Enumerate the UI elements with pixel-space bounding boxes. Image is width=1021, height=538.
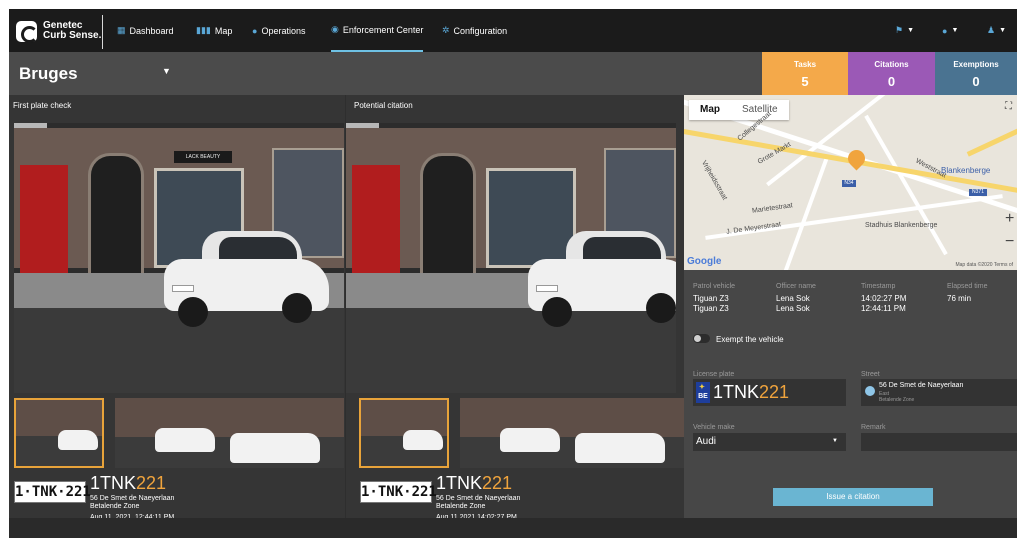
chevron-down-icon: ▼ <box>999 27 1007 34</box>
map-attribution[interactable]: Map data ©2020 Terms of <box>955 262 1013 268</box>
genetec-logo-icon <box>16 20 38 43</box>
exempt-toggle[interactable] <box>693 334 710 343</box>
road-tag: N371 <box>969 189 987 196</box>
chevron-down-icon: ▼ <box>907 27 915 34</box>
user-icon: ♟ <box>987 25 996 35</box>
fullscreen-icon[interactable]: ⛶ <box>1005 101 1017 115</box>
dashboard-icon: ▦ <box>117 25 126 35</box>
thumbnail-1[interactable] <box>14 398 104 468</box>
zoom-in-button[interactable]: + <box>1005 210 1017 228</box>
enforcement-icon: ◉ <box>331 24 339 34</box>
license-plate-field[interactable]: BE 1TNK221 <box>693 379 846 406</box>
citation-details-panel: Patrol vehicle Officer name Timestamp El… <box>684 270 1017 518</box>
potential-citation-panel: Potential citation 1·TNK·221 1TNK221 56 … <box>346 95 684 521</box>
city-title: Bruges <box>19 64 78 83</box>
brand-line2: Curb Sense. <box>43 30 102 41</box>
bottom-strip <box>9 518 1017 538</box>
road-tag: N34 <box>842 180 856 187</box>
patrol-vehicle: Tiguan Z3 Tiguan Z3 <box>693 294 729 313</box>
first-plate-check-panel: First plate check LACK BEAUTY 1·TNK·221 … <box>9 95 345 521</box>
map-type-tabs: Map Satellite <box>689 100 789 120</box>
plate-read: 1·TNK·221 1TNK221 56 De Smet de Naeyerla… <box>360 473 690 521</box>
thumbnail-2[interactable] <box>115 398 344 468</box>
app-window: Genetec Curb Sense. ▦ Dashboard ▮▮▮ Map … <box>9 9 1017 538</box>
gear-icon: ✲ <box>442 25 450 35</box>
stat-citations[interactable]: Citations 0 <box>848 52 935 95</box>
officer-name: Lena Sok Lena Sok <box>776 294 810 313</box>
remark-input[interactable] <box>861 433 1017 451</box>
photo-timestamp <box>14 123 47 128</box>
operations-icon: ● <box>252 25 258 36</box>
tab-map[interactable]: Map <box>689 100 731 120</box>
elapsed-time: 76 min <box>947 294 972 303</box>
map-label-stadhuis: Stadhuis Blankenberge <box>865 222 938 229</box>
panel-title: Potential citation <box>354 101 413 110</box>
plate-image[interactable]: 1·TNK·221 <box>360 481 437 503</box>
user-menu[interactable]: ♟ ▼ <box>987 9 1006 52</box>
map-label-blankenberge: Blankenberge <box>941 166 991 175</box>
brand-logo[interactable]: Genetec Curb Sense. <box>16 16 101 46</box>
shop-sign: LACK BEAUTY <box>174 151 232 163</box>
top-nav: Genetec Curb Sense. ▦ Dashboard ▮▮▮ Map … <box>9 9 1017 52</box>
exempt-label: Exempt the vehicle <box>716 335 784 344</box>
notification-icon: ⚑ <box>895 25 904 35</box>
street-field[interactable]: 56 De Smet de Naeyerlaan East Betalende Z… <box>861 379 1017 406</box>
panel-title: First plate check <box>13 101 72 110</box>
vehicle <box>164 223 329 327</box>
thumbnail-2[interactable] <box>460 398 684 468</box>
eu-flag-icon: BE <box>696 382 710 403</box>
google-logo: Google <box>687 256 722 267</box>
help-menu[interactable]: ● ▼ <box>942 9 958 52</box>
nav-enforcement-center[interactable]: ◉ Enforcement Center <box>331 9 424 52</box>
plate-address: 56 De Smet de Naeyerlaan Betalende Zone <box>90 495 175 510</box>
city-dropdown-icon[interactable]: ▼ <box>162 66 171 76</box>
plate-number: 1TNK221 <box>90 473 167 493</box>
chevron-down-icon: ▼ <box>951 27 959 34</box>
chevron-down-icon: ▼ <box>832 438 838 444</box>
nav-configuration[interactable]: ✲ Configuration <box>442 9 507 52</box>
location-map[interactable]: Map Satellite ⛶ Vrijheidsstraat Colleges… <box>684 95 1017 270</box>
location-pin-icon[interactable] <box>844 146 869 171</box>
issue-citation-button[interactable]: Issue a citation <box>773 488 933 506</box>
photo-timestamp <box>346 123 379 128</box>
plate-context-photo[interactable]: LACK BEAUTY <box>14 123 344 393</box>
plate-image[interactable]: 1·TNK·221 <box>14 481 91 503</box>
thumbnail-1[interactable] <box>359 398 449 468</box>
notifications-menu[interactable]: ⚑ ▼ <box>895 9 914 52</box>
location-dot-icon <box>865 386 875 396</box>
map-icon: ▮▮▮ <box>196 25 211 35</box>
nav-divider <box>102 15 103 49</box>
license-plate-value: 1TNK221 <box>713 382 790 402</box>
plate-read: 1·TNK·221 1TNK221 56 De Smet de Naeyerla… <box>14 473 344 521</box>
nav-dashboard[interactable]: ▦ Dashboard <box>117 9 174 52</box>
vehicle-make-select[interactable]: Audi ▼ <box>693 433 846 451</box>
nav-map[interactable]: ▮▮▮ Map <box>196 9 232 52</box>
nav-operations[interactable]: ● Operations <box>252 9 305 52</box>
stat-exemptions[interactable]: Exemptions 0 <box>935 52 1017 95</box>
photo-thumbnails <box>359 398 684 468</box>
plate-context-photo[interactable] <box>346 123 676 393</box>
help-icon: ● <box>942 25 948 36</box>
photo-thumbnails <box>14 398 344 468</box>
plate-number: 1TNK221 <box>436 473 513 493</box>
stat-tasks[interactable]: Tasks 5 <box>762 52 848 95</box>
zoom-out-button[interactable]: − <box>1005 233 1017 251</box>
city-header: Bruges ▼ <box>9 52 762 95</box>
plate-address: 56 De Smet de Naeyerlaan Betalende Zone <box>436 495 521 510</box>
vehicle <box>528 223 676 327</box>
timestamp: 14:02:27 PM 12:44:11 PM <box>861 294 907 313</box>
